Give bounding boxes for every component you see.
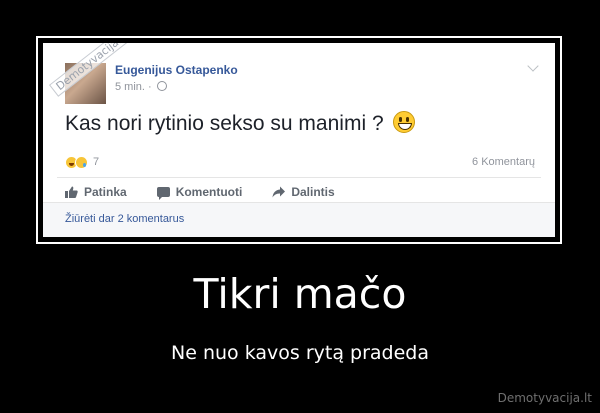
facebook-post-card: Demotyvacija.lt Eugenijus Ostapenko 5 mi… xyxy=(43,43,555,237)
site-watermark: Demotyvacija.lt xyxy=(497,391,592,405)
chevron-down-icon[interactable] xyxy=(527,60,539,72)
post-time[interactable]: 5 min. · xyxy=(115,81,152,93)
comment-icon xyxy=(156,187,170,200)
divider xyxy=(57,177,541,178)
share-label: Dalintis xyxy=(291,185,335,199)
comments-footer: Žiūrėti dar 2 komentarus xyxy=(43,202,555,237)
poster-frame: Demotyvacija.lt Eugenijus Ostapenko 5 mi… xyxy=(36,36,562,244)
post-meta: 5 min. · xyxy=(115,81,167,93)
globe-icon xyxy=(156,81,167,91)
share-button[interactable]: Dalintis xyxy=(272,185,335,199)
author-name[interactable]: Eugenijus Ostapenko xyxy=(115,63,238,77)
poster-subtitle: Ne nuo kavos rytą pradeda xyxy=(171,342,429,364)
comment-button[interactable]: Komentuoti xyxy=(156,185,243,200)
comment-label: Komentuoti xyxy=(175,185,243,199)
view-more-comments-link[interactable]: Žiūrėti dar 2 komentarus xyxy=(65,213,184,225)
post-actions: Patinka Komentuoti Dalintis xyxy=(65,185,335,200)
grin-emoji-icon xyxy=(393,111,416,133)
thumbs-up-icon xyxy=(65,186,78,198)
reaction-count: 7 xyxy=(93,156,100,168)
sad-reaction-icon xyxy=(75,155,88,169)
post-text: Kas nori rytinio sekso su manimi ? xyxy=(65,111,416,136)
reactions-summary[interactable]: 7 xyxy=(65,155,99,169)
poster-title: Tikri mačo xyxy=(193,270,407,318)
post-text-content: Kas nori rytinio sekso su manimi ? xyxy=(65,112,384,135)
like-button[interactable]: Patinka xyxy=(65,185,127,199)
comments-count-link[interactable]: 6 Komentarų xyxy=(472,156,535,168)
like-label: Patinka xyxy=(84,185,127,199)
share-arrow-icon xyxy=(272,186,286,198)
